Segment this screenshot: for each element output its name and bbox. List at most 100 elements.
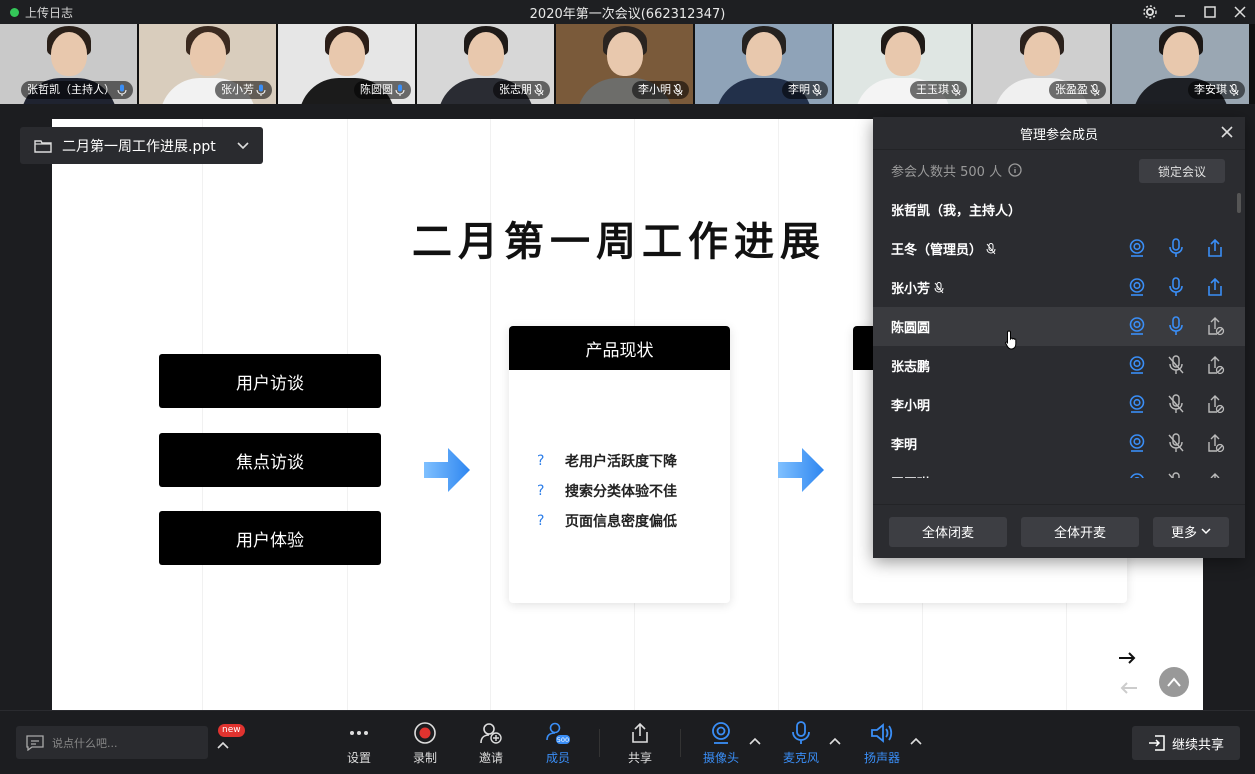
- share-screen-disabled-icon[interactable]: [1205, 472, 1225, 478]
- maximize-icon[interactable]: [1203, 5, 1217, 19]
- camera-icon[interactable]: [1127, 433, 1147, 453]
- continue-share-button[interactable]: 继续共享: [1132, 726, 1240, 760]
- share-icon: [632, 722, 648, 743]
- member-list: 张哲凯（我，主持人） 王冬（管理员） 张小芳陈圆圆张志鹏李小明李明王玉琪: [873, 190, 1245, 478]
- microphone-icon[interactable]: [1166, 277, 1186, 297]
- video-tile[interactable]: 张盈盈: [973, 24, 1110, 104]
- member-row[interactable]: 李明: [873, 424, 1245, 463]
- hand-raise-icon: [986, 242, 996, 254]
- microphone-muted-icon[interactable]: [1166, 394, 1186, 414]
- speaker-button[interactable]: 扬声器: [854, 721, 910, 769]
- speaker-icon: [871, 723, 893, 743]
- minimize-icon[interactable]: [1173, 5, 1187, 19]
- next-page-arrow-icon[interactable]: [1119, 651, 1137, 665]
- avatar-head: [1023, 32, 1060, 76]
- microphone-muted-icon[interactable]: [1166, 433, 1186, 453]
- share-screen-icon[interactable]: [1205, 238, 1225, 258]
- record-button[interactable]: 录制: [397, 721, 453, 769]
- video-tile[interactable]: 李明: [695, 24, 832, 104]
- member-row[interactable]: 陈圆圆: [873, 307, 1245, 346]
- camera-icon[interactable]: [1127, 355, 1147, 375]
- chevron-up-icon: [1167, 677, 1181, 687]
- mic-muted-icon: [1090, 84, 1100, 96]
- camera-icon[interactable]: [1127, 472, 1147, 478]
- folder-icon: [34, 139, 52, 153]
- mic-on-icon: [117, 84, 127, 96]
- svg-text:500: 500: [557, 736, 569, 744]
- invite-icon: [480, 723, 502, 744]
- participant-count-row: 参会人数共 500 人 锁定会议: [873, 150, 1245, 190]
- video-tile[interactable]: 陈圆圆: [278, 24, 415, 104]
- share-button[interactable]: 共享: [612, 721, 668, 769]
- video-tile[interactable]: 王玉琪: [834, 24, 971, 104]
- close-icon[interactable]: [1233, 5, 1247, 19]
- microphone-icon[interactable]: [1166, 316, 1186, 336]
- chat-input[interactable]: 说点什么吧...: [16, 726, 208, 759]
- avatar-head: [884, 32, 921, 76]
- mute-all-button[interactable]: 全体闭麦: [889, 516, 1007, 547]
- member-row[interactable]: 李小明: [873, 385, 1245, 424]
- mic-on-icon: [256, 84, 266, 96]
- participant-name-tag: 张盈盈: [1049, 81, 1106, 99]
- camera-icon[interactable]: [1127, 238, 1147, 258]
- lock-meeting-button[interactable]: 锁定会议: [1139, 159, 1225, 183]
- microphone-button[interactable]: 麦克风: [773, 721, 829, 769]
- info-icon[interactable]: [1008, 163, 1022, 177]
- share-screen-icon[interactable]: [1205, 277, 1225, 297]
- member-row[interactable]: 张小芳: [873, 268, 1245, 307]
- participant-name-tag: 李安琪: [1188, 81, 1245, 99]
- camera-icon[interactable]: [1127, 394, 1147, 414]
- participant-name-tag: 王玉琪: [910, 81, 967, 99]
- participant-count: 参会人数共 500 人: [891, 164, 1003, 180]
- video-strip: 张哲凯（主持人） 张小芳 陈圆圆 张志朋 李小明 李明 王玉琪 张盈盈 李安琪: [0, 24, 1255, 104]
- camera-icon[interactable]: [1127, 316, 1147, 336]
- participant-name: 张志朋: [499, 83, 532, 96]
- member-row[interactable]: 王玉琪: [873, 463, 1245, 478]
- microphone-icon[interactable]: [1166, 238, 1186, 258]
- unmute-all-button[interactable]: 全体开麦: [1021, 516, 1139, 547]
- list-item: ? 老用户活跃度下降: [537, 453, 677, 470]
- panel-footer: 全体闭麦 全体开麦 更多: [873, 504, 1245, 558]
- document-selector[interactable]: 二月第一周工作进展.ppt: [20, 127, 263, 164]
- chevron-up-icon[interactable]: [217, 740, 229, 750]
- scroll-top-button[interactable]: [1159, 667, 1189, 697]
- video-tile[interactable]: 张志朋: [417, 24, 554, 104]
- members-button[interactable]: 500 成员: [530, 721, 586, 769]
- video-tile[interactable]: 李安琪: [1112, 24, 1249, 104]
- invite-button[interactable]: 邀请: [463, 721, 519, 769]
- prev-page-arrow-icon[interactable]: [1119, 681, 1137, 695]
- participant-name: 王玉琪: [916, 83, 949, 96]
- close-icon[interactable]: [1219, 124, 1235, 140]
- share-screen-disabled-icon[interactable]: [1205, 433, 1225, 453]
- card-list: ? 老用户活跃度下降 ? 搜索分类体验不佳 ? 页面信息密度偏低: [509, 370, 730, 536]
- members-icon: 500: [546, 722, 570, 744]
- settings-button[interactable]: 设置: [331, 721, 387, 769]
- chevron-up-icon[interactable]: [749, 735, 761, 747]
- chevron-up-icon[interactable]: [829, 735, 841, 747]
- camera-label: 摄像头: [702, 751, 739, 765]
- member-row[interactable]: 张志鹏: [873, 346, 1245, 385]
- video-tile[interactable]: 张小芳: [139, 24, 276, 104]
- divider: [680, 729, 681, 757]
- share-screen-disabled-icon[interactable]: [1205, 394, 1225, 414]
- participant-name-tag: 张哲凯（主持人）: [21, 81, 133, 99]
- camera-button[interactable]: 摄像头: [693, 721, 749, 769]
- microphone-icon: [792, 721, 810, 744]
- gear-icon[interactable]: [1143, 5, 1157, 19]
- participant-name: 李安琪: [1194, 83, 1227, 96]
- video-tile[interactable]: 李小明: [556, 24, 693, 104]
- participant-name: 张盈盈: [1055, 83, 1088, 96]
- camera-icon[interactable]: [1127, 277, 1147, 297]
- more-button[interactable]: 更多: [1153, 516, 1229, 547]
- chevron-up-icon[interactable]: [910, 735, 922, 747]
- share-screen-disabled-icon[interactable]: [1205, 316, 1225, 336]
- question-icon: ?: [537, 513, 545, 529]
- microphone-muted-icon[interactable]: [1166, 472, 1186, 478]
- record-icon: [414, 722, 436, 744]
- video-tile[interactable]: 张哲凯（主持人）: [0, 24, 137, 104]
- member-row[interactable]: 王冬（管理员）: [873, 229, 1245, 268]
- microphone-muted-icon[interactable]: [1166, 355, 1186, 375]
- share-screen-disabled-icon[interactable]: [1205, 355, 1225, 375]
- participant-name: 张哲凯（主持人）: [27, 83, 115, 96]
- member-row[interactable]: 张哲凯（我，主持人）: [873, 190, 1245, 229]
